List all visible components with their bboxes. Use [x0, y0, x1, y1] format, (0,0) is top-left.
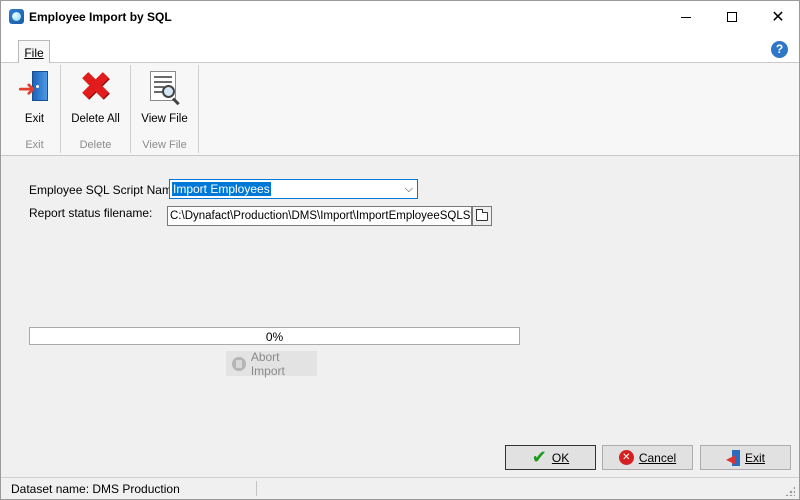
ribbon-view-file-label: View File [141, 113, 188, 125]
ribbon-group-exit: ➜ Exit Exit [9, 65, 61, 153]
status-filename-field[interactable]: C:\Dynafact\Production\DMS\Import\Import… [167, 206, 472, 226]
exit-label: Exit [744, 450, 765, 465]
cancel-button[interactable]: ✕ Cancel [602, 445, 693, 470]
group-label-delete: Delete [79, 139, 112, 151]
group-label-exit: Exit [25, 139, 44, 151]
tab-file-label: File [24, 46, 44, 60]
script-name-value: Import Employees [172, 182, 271, 196]
cancel-label: Cancel [638, 450, 677, 465]
minimize-button[interactable] [663, 1, 709, 33]
resize-grip-icon[interactable] [785, 486, 795, 496]
title-bar: Employee Import by SQL ✕ [1, 1, 799, 33]
status-filename-label: Report status filename: [29, 206, 153, 220]
ribbon-exit-label: Exit [24, 113, 45, 125]
ribbon-panel: ➜ Exit Exit ✖ Delete All Delete View Fil… [1, 63, 799, 156]
progress-text: 0% [265, 330, 284, 344]
import-progress-bar: 0% [29, 327, 520, 345]
ribbon-view-file-button[interactable]: View File [131, 67, 198, 125]
ok-label: OK [551, 450, 570, 465]
cancel-icon: ✕ [618, 450, 634, 465]
chevron-down-icon[interactable]: ⌵ [405, 182, 413, 196]
ribbon-tab-bar: File ? [1, 33, 799, 64]
help-icon[interactable]: ? [771, 41, 788, 58]
app-window: Employee Import by SQL ✕ File ? ➜ Exit E… [0, 0, 800, 500]
stop-icon [232, 356, 246, 371]
script-name-select[interactable]: Import Employees ⌵ [169, 179, 418, 199]
delete-x-icon: ✖ [78, 64, 113, 110]
exit-icon: ◀ [726, 449, 740, 466]
close-icon: ✕ [771, 7, 785, 26]
ribbon-exit-button[interactable]: ➜ Exit [9, 67, 60, 125]
exit-button[interactable]: ◀ Exit [700, 445, 791, 470]
ribbon-delete-all-button[interactable]: ✖ Delete All [61, 67, 130, 125]
browse-button[interactable] [472, 206, 492, 226]
maximize-button[interactable] [709, 1, 755, 33]
ok-button[interactable]: ✔ OK [505, 445, 596, 470]
open-folder-icon [476, 208, 488, 221]
dataset-name: Dataset name: DMS Production [11, 482, 180, 496]
maximize-icon [727, 12, 737, 22]
ribbon-group-delete: ✖ Delete All Delete [61, 65, 131, 153]
ribbon-delete-all-label: Delete All [71, 113, 120, 125]
ribbon-group-view-file: View File View File [131, 65, 199, 153]
tab-file[interactable]: File [18, 40, 50, 64]
view-file-icon [148, 71, 182, 106]
status-bar: Dataset name: DMS Production [1, 477, 799, 499]
close-button[interactable]: ✕ [755, 1, 800, 33]
checkmark-icon: ✔ [531, 446, 547, 468]
status-divider [256, 481, 257, 496]
exit-door-icon: ➜ [18, 71, 52, 105]
minimize-icon [681, 16, 691, 18]
script-name-label: Employee SQL Script Name: [29, 183, 182, 197]
abort-import-label: Abort Import [250, 349, 285, 378]
group-label-view-file: View File [142, 139, 187, 151]
app-icon [9, 9, 24, 24]
window-title: Employee Import by SQL [29, 10, 172, 24]
abort-import-button[interactable]: Abort Import [226, 349, 317, 378]
